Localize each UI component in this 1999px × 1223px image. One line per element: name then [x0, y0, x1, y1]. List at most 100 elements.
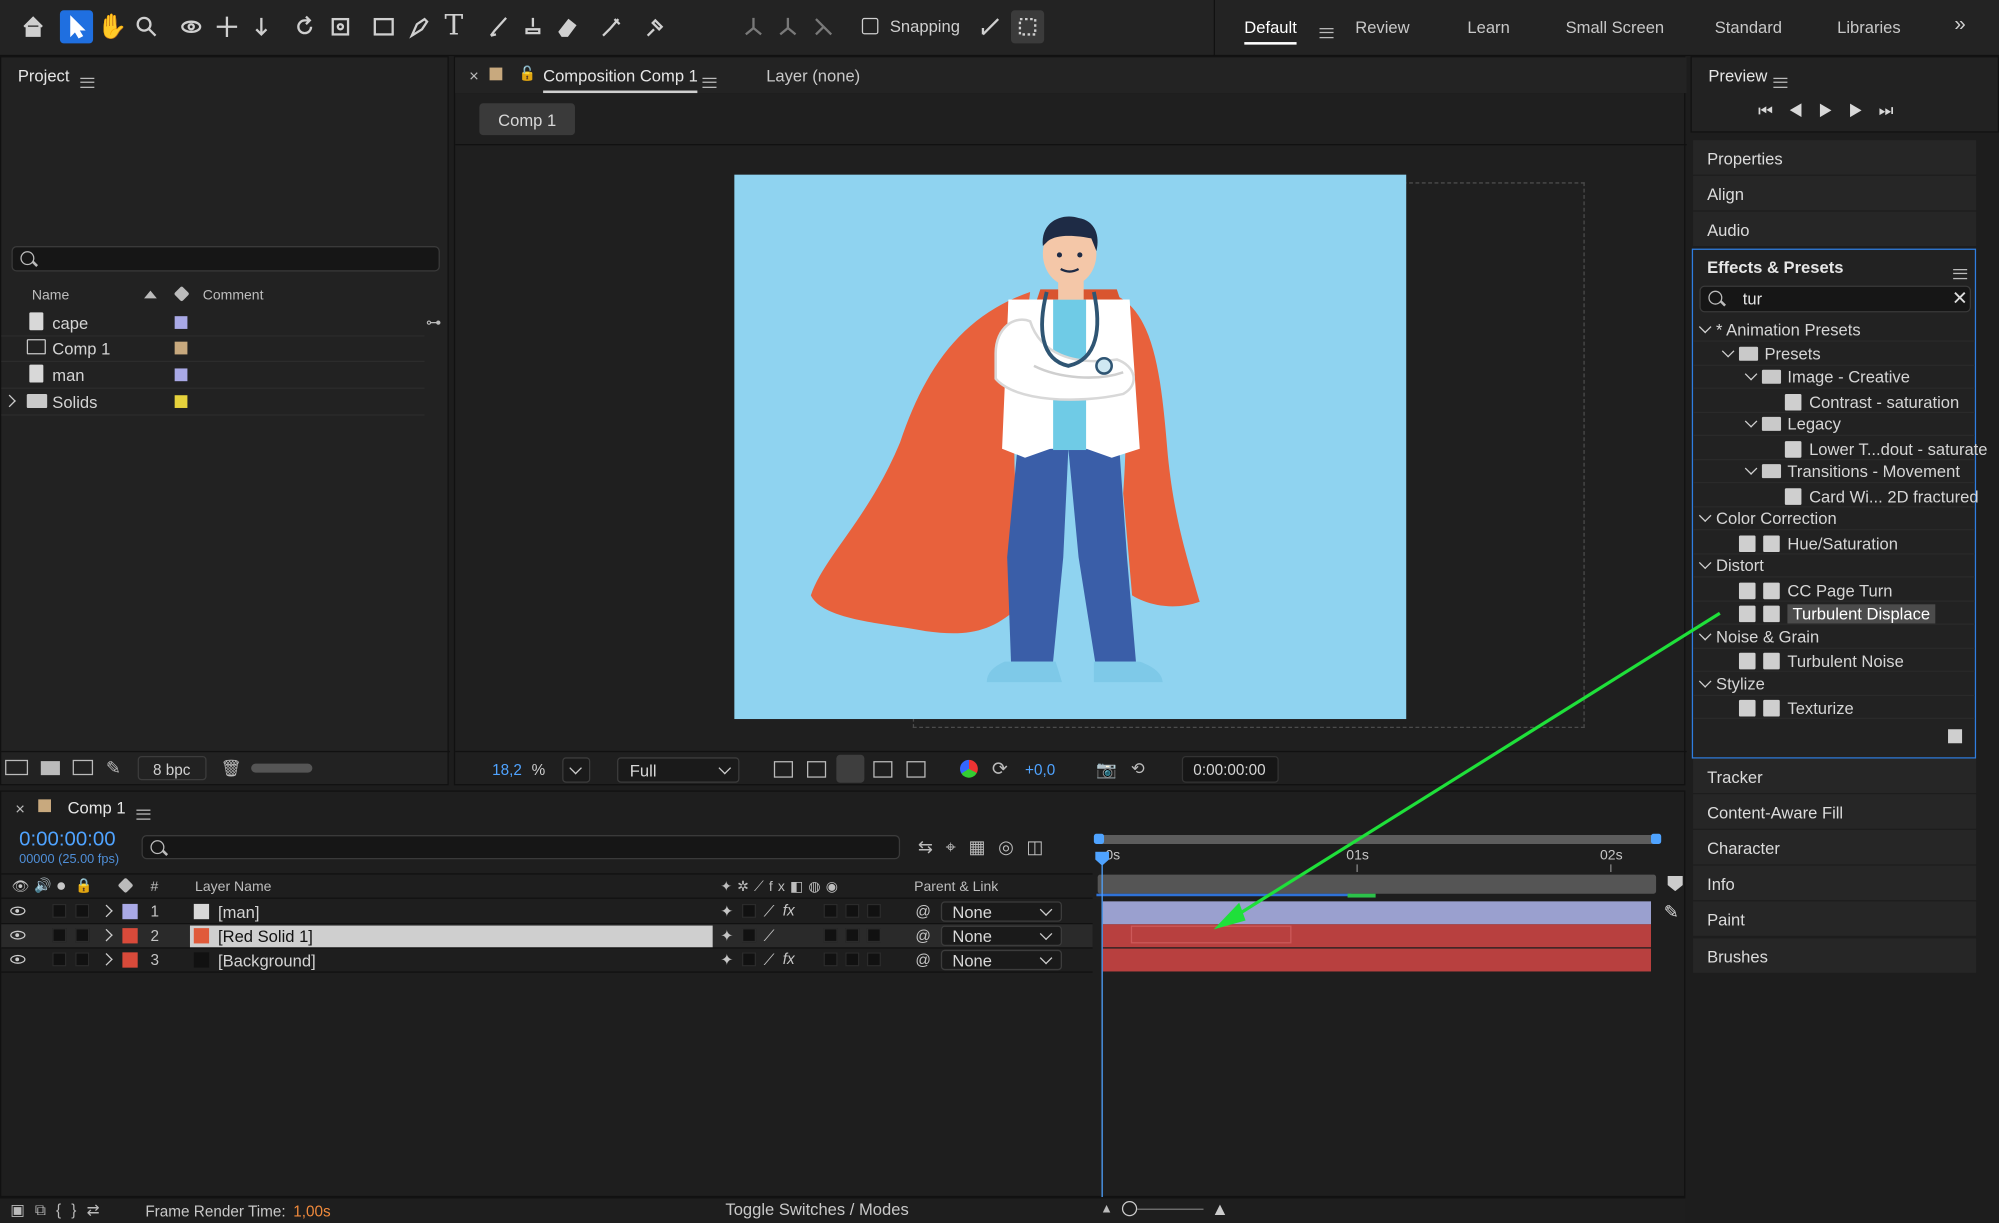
effects-menu-icon[interactable]: [1953, 268, 1968, 279]
layer-bar-background[interactable]: [1102, 948, 1651, 972]
close-tab-icon[interactable]: ×: [469, 66, 479, 85]
frame-blending-icon[interactable]: ◎: [998, 836, 1026, 856]
effects-tree-item-selected[interactable]: Turbulent Displace: [1693, 602, 1975, 625]
workspace-learn[interactable]: Learn: [1467, 18, 1509, 37]
superhero-doctor-illustration[interactable]: [734, 175, 1406, 719]
audio-icon[interactable]: 🔊: [34, 877, 51, 893]
clone-stamp-tool-icon[interactable]: [516, 10, 549, 43]
transparency-grid-icon[interactable]: [807, 761, 827, 778]
new-folder-icon[interactable]: [40, 761, 60, 776]
lock-switch[interactable]: [75, 928, 90, 943]
motion-blur-switch[interactable]: [845, 952, 860, 967]
selection-tool-icon[interactable]: [59, 10, 94, 44]
work-area-end-handle[interactable]: [1650, 833, 1662, 844]
layer-bar-man[interactable]: [1102, 901, 1651, 925]
layer-row[interactable]: 3 [Background] ✦ ⟋ fx @ None: [1, 949, 1093, 973]
panel-content-aware-fill[interactable]: Content-Aware Fill: [1693, 794, 1977, 829]
last-frame-icon[interactable]: ⏭: [1879, 101, 1909, 120]
chevron-down-icon[interactable]: [1698, 556, 1712, 570]
thumbnail-size-slider[interactable]: [251, 763, 313, 773]
new-preset-icon[interactable]: [1948, 729, 1963, 744]
layer-row[interactable]: 1 [man] ✦ ⟋ fx @ None: [1, 900, 1093, 925]
effects-tree-item[interactable]: Legacy: [1693, 413, 1975, 437]
effects-tree-item[interactable]: CC Page Turn: [1693, 578, 1975, 602]
solo-switch[interactable]: [52, 903, 67, 918]
bit-depth-button[interactable]: 8 bpc: [137, 756, 207, 781]
parent-dropdown[interactable]: None: [940, 949, 1062, 971]
world-axis-icon[interactable]: [771, 10, 804, 43]
frame-blend-switch[interactable]: [823, 952, 838, 967]
workspace-menu-icon[interactable]: [1309, 22, 1334, 45]
roto-brush-tool-icon[interactable]: [595, 10, 628, 43]
visibility-eye-icon[interactable]: [10, 930, 26, 940]
shy-switch-icon[interactable]: ✦: [720, 951, 733, 969]
effects-tree-item[interactable]: Card Wi... 2D fractured: [1693, 484, 1979, 507]
zoom-tool-icon[interactable]: [130, 10, 163, 43]
project-panel-menu-icon[interactable]: [80, 77, 95, 88]
workspace-small-screen[interactable]: Small Screen: [1566, 18, 1665, 37]
frame-blend-switch[interactable]: [823, 928, 838, 943]
sort-ascending-icon[interactable]: [144, 290, 157, 299]
timeline-tab[interactable]: Comp 1: [68, 798, 126, 817]
workspace-default[interactable]: Default: [1244, 18, 1297, 45]
label-color-swatch[interactable]: [122, 952, 138, 968]
effects-tree-item[interactable]: Presets: [1693, 342, 1975, 366]
composition-canvas[interactable]: [734, 174, 1407, 720]
panel-character[interactable]: Character: [1693, 829, 1977, 865]
hand-tool-icon[interactable]: ✋: [96, 10, 129, 43]
panel-audio[interactable]: Audio: [1693, 211, 1977, 247]
chevron-right-icon[interactable]: [3, 394, 16, 408]
shy-switch-icon[interactable]: ✦: [720, 927, 733, 945]
chevron-right-icon[interactable]: [100, 953, 113, 966]
show-snapshot-icon[interactable]: ⟲: [1131, 759, 1145, 779]
chevron-down-icon[interactable]: [1744, 415, 1758, 428]
workspace-standard[interactable]: Standard: [1715, 18, 1782, 37]
collapse-switch[interactable]: [741, 952, 757, 967]
mask-visibility-icon[interactable]: [836, 754, 865, 783]
project-search-input[interactable]: [11, 246, 440, 272]
label-color-swatch[interactable]: [174, 341, 188, 355]
shy-switch-icon[interactable]: ✦: [720, 903, 733, 921]
snap-features-icon[interactable]: [1010, 10, 1045, 44]
3d-layer-switch[interactable]: [866, 928, 881, 943]
panel-properties[interactable]: Properties: [1693, 140, 1977, 175]
tab-composition[interactable]: Composition Comp 1: [543, 66, 698, 94]
project-item-cape[interactable]: cape ⊶: [1, 311, 441, 337]
fx-switch-icon[interactable]: fx: [783, 950, 795, 968]
frame-blend-switch[interactable]: [823, 903, 838, 918]
render-queue-icon[interactable]: ▣: [10, 1201, 35, 1219]
zoom-dropdown[interactable]: [562, 757, 591, 783]
effects-tree-item[interactable]: Lower T...dout - saturate: [1693, 437, 1988, 460]
current-time-field[interactable]: 0:00:00:00: [1181, 756, 1279, 783]
video-eye-icon[interactable]: 👁: [11, 880, 29, 895]
resolution-dropdown[interactable]: Full: [617, 757, 740, 783]
draft-3d-icon[interactable]: ⌖: [946, 836, 969, 856]
zoom-value[interactable]: 18,2: [492, 761, 522, 779]
pen-tool-icon[interactable]: [403, 10, 436, 43]
effects-presets-title[interactable]: Effects & Presets: [1707, 258, 1843, 277]
close-tab-icon[interactable]: ×: [15, 799, 25, 818]
type-tool-icon[interactable]: T: [437, 10, 470, 43]
preview-title[interactable]: Preview: [1708, 66, 1767, 85]
preview-menu-icon[interactable]: [1773, 77, 1788, 88]
clear-search-icon[interactable]: ✕: [1952, 287, 1968, 310]
collapse-switch[interactable]: [741, 903, 757, 918]
parent-dropdown[interactable]: None: [940, 901, 1062, 922]
stretch-icon[interactable]: ⇄: [87, 1201, 110, 1219]
home-icon[interactable]: [17, 10, 50, 43]
double-chevron-right-icon[interactable]: »: [1954, 14, 1965, 37]
panel-paint[interactable]: Paint: [1693, 901, 1977, 936]
view-axis-icon[interactable]: [807, 10, 840, 43]
in-out-icon[interactable]: {}: [56, 1201, 87, 1219]
snapping-checkbox[interactable]: [861, 17, 879, 35]
chevron-down-icon[interactable]: [1698, 320, 1712, 334]
chevron-down-icon[interactable]: [1744, 462, 1758, 475]
solo-switch[interactable]: [52, 952, 67, 967]
panel-brushes[interactable]: Brushes: [1693, 938, 1977, 973]
workspace-review[interactable]: Review: [1355, 18, 1409, 37]
pan-camera-icon[interactable]: [210, 10, 243, 43]
chevron-down-icon[interactable]: [1744, 367, 1758, 381]
new-composition-icon[interactable]: [72, 759, 94, 776]
layer-name-cell[interactable]: [190, 901, 713, 923]
parent-dropdown[interactable]: None: [940, 925, 1062, 946]
